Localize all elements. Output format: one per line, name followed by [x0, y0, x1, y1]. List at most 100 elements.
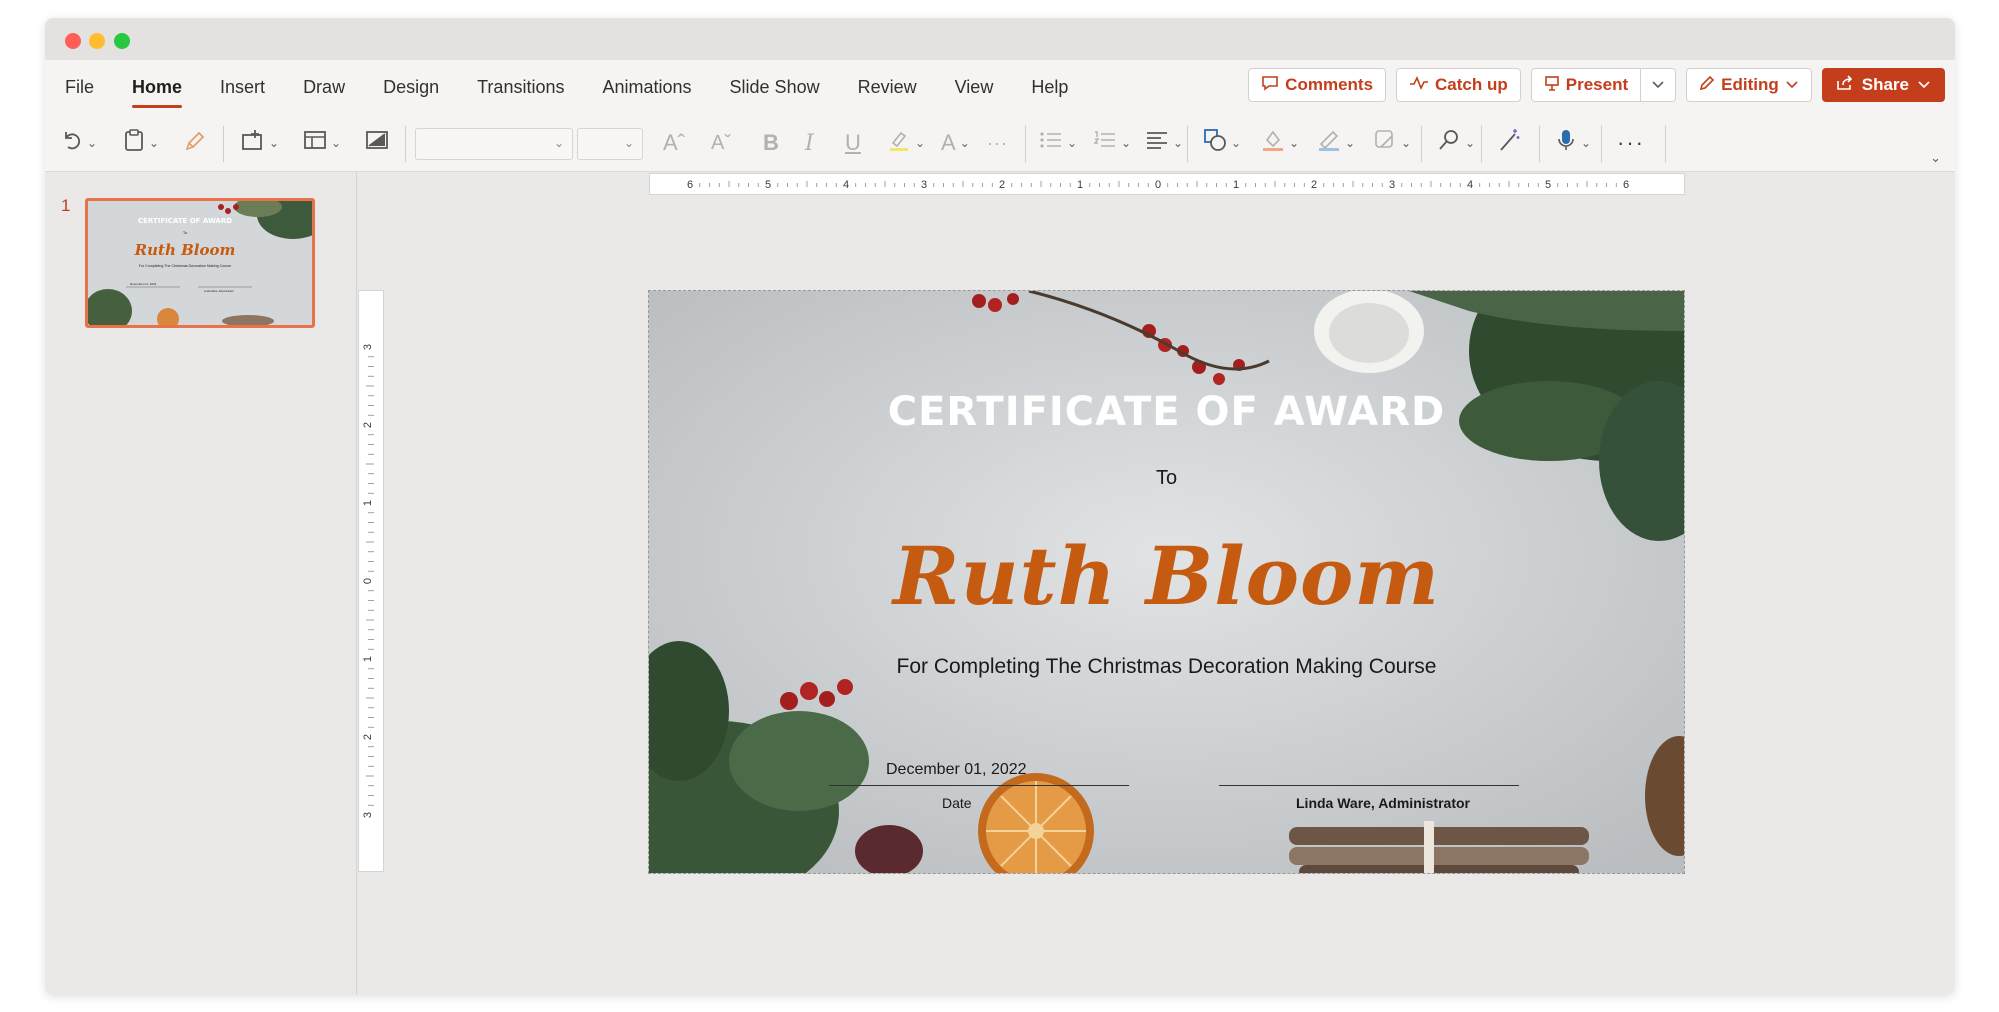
bullets-button[interactable]: ⌄	[1039, 128, 1077, 158]
font-size-dropdown[interactable]: ⌄	[577, 128, 643, 160]
chevron-down-icon: ⌄	[915, 136, 926, 150]
chevron-down-icon: ⌄	[87, 136, 98, 150]
numbering-button[interactable]: ⌄	[1093, 128, 1131, 158]
format-painter-button[interactable]	[185, 128, 207, 158]
shapes-button[interactable]: ⌄	[1203, 128, 1241, 158]
font-color-button[interactable]: A ⌄	[941, 128, 970, 158]
ruler-label: 2	[362, 422, 374, 428]
comment-icon	[1261, 75, 1279, 96]
ruler-label: 2	[999, 179, 1005, 191]
ruler-label: 3	[921, 179, 927, 191]
tab-file[interactable]: File	[65, 69, 94, 106]
shape-effects-button[interactable]: ⌄	[1373, 128, 1411, 158]
undo-button[interactable]: ⌄	[61, 128, 97, 158]
ruler-label: 1	[1077, 179, 1083, 191]
designer-button[interactable]	[1497, 128, 1521, 158]
maximize-window-button[interactable]	[114, 33, 130, 49]
ruler-label: 1	[362, 500, 374, 506]
slide-thumbnail[interactable]: CERTIFICATE OF AWARD To Ruth Bloom For C…	[85, 198, 315, 328]
underline-icon: U	[845, 130, 861, 155]
ribbon-tabs: File Home Insert Draw Design Transitions…	[65, 60, 1106, 114]
dictate-button[interactable]: ⌄	[1555, 128, 1591, 158]
certificate-date[interactable]: December 01, 2022	[886, 761, 1027, 779]
certificate-title[interactable]: CERTIFICATE OF AWARD	[649, 389, 1684, 435]
certificate-to[interactable]: To	[649, 467, 1684, 490]
menu-bar: File Home Insert Draw Design Transitions…	[45, 60, 1955, 114]
chevron-down-icon: ⌄	[1121, 136, 1132, 150]
new-slide-button[interactable]: ⌄	[241, 128, 279, 158]
highlight-icon	[887, 128, 911, 158]
align-icon	[1145, 130, 1169, 156]
tab-transitions[interactable]: Transitions	[477, 69, 564, 106]
vertical-ruler: 3 2 1 0 1 2 3	[358, 290, 384, 872]
chevron-down-icon: ⌄	[1067, 136, 1078, 150]
shape-outline-button[interactable]: ⌄	[1317, 128, 1355, 158]
pencil-icon	[1699, 75, 1715, 96]
tab-draw[interactable]: Draw	[303, 69, 345, 106]
tab-review[interactable]: Review	[858, 69, 917, 106]
ruler-label: 3	[362, 344, 374, 350]
new-slide-icon	[241, 129, 265, 157]
present-options-button[interactable]	[1641, 68, 1677, 102]
comments-button[interactable]: Comments	[1248, 68, 1387, 102]
date-label[interactable]: Date	[942, 795, 972, 811]
ruler-label: 6	[1623, 179, 1629, 191]
expand-ribbon-button[interactable]: ⌄	[1930, 150, 1941, 166]
reset-button[interactable]	[365, 128, 389, 158]
ruler-label: 0	[1155, 179, 1161, 191]
tab-design[interactable]: Design	[383, 69, 439, 106]
bullets-icon	[1039, 130, 1063, 156]
chevron-down-icon: ⌄	[331, 136, 342, 150]
signer-label[interactable]: Linda Ware, Administrator	[1296, 795, 1470, 811]
font-name-dropdown[interactable]: ⌄	[415, 128, 573, 160]
thumbnail-preview: CERTIFICATE OF AWARD To Ruth Bloom For C…	[88, 201, 312, 325]
chevron-down-icon: ⌄	[1173, 136, 1184, 150]
align-button[interactable]: ⌄	[1145, 128, 1183, 158]
shape-fill-icon	[1261, 128, 1285, 158]
editing-mode-button[interactable]: Editing	[1686, 68, 1812, 102]
shrink-font-button[interactable]: Aˇ	[711, 128, 731, 158]
chevron-down-icon: ⌄	[269, 136, 280, 150]
find-button[interactable]: ⌄	[1437, 128, 1475, 158]
slide-canvas[interactable]: CERTIFICATE OF AWARD To Ruth Bloom For C…	[648, 290, 1685, 874]
thumbnail-date: December 01, 2022	[130, 282, 157, 286]
ribbon-separator	[1187, 126, 1188, 162]
tab-animations[interactable]: Animations	[602, 69, 691, 106]
tab-view[interactable]: View	[955, 69, 994, 106]
grow-font-icon: Aˆ	[663, 130, 685, 155]
slide-number: 1	[61, 196, 71, 215]
tab-home[interactable]: Home	[132, 69, 183, 108]
tab-slide-show[interactable]: Slide Show	[730, 69, 820, 106]
close-window-button[interactable]	[65, 33, 81, 49]
more-icon: ···	[1617, 130, 1645, 155]
catch-up-button[interactable]: Catch up	[1396, 68, 1521, 102]
present-icon	[1544, 75, 1560, 96]
grow-font-button[interactable]: Aˆ	[663, 128, 685, 158]
chevron-down-icon: ⌄	[959, 136, 970, 150]
paste-button[interactable]: ⌄	[123, 128, 159, 158]
shape-fill-button[interactable]: ⌄	[1261, 128, 1299, 158]
format-painter-icon	[185, 129, 207, 157]
font-color-icon: A	[941, 130, 956, 155]
layout-button[interactable]: ⌄	[303, 128, 341, 158]
chevron-down-icon: ⌄	[1930, 150, 1941, 165]
italic-button[interactable]: I	[805, 128, 814, 158]
ribbon-separator	[1601, 126, 1602, 162]
underline-button[interactable]: U	[845, 128, 861, 158]
bold-button[interactable]: B	[763, 128, 779, 158]
recipient-name[interactable]: Ruth Bloom	[649, 529, 1684, 623]
ruler-label: 4	[1467, 179, 1473, 191]
minimize-window-button[interactable]	[89, 33, 105, 49]
highlight-button[interactable]: ⌄	[887, 128, 925, 158]
ruler-label: 3	[1389, 179, 1395, 191]
ruler-label: 3	[362, 812, 374, 818]
tab-help[interactable]: Help	[1031, 69, 1068, 106]
more-font-options-button[interactable]: ···	[987, 128, 1008, 158]
tab-insert[interactable]: Insert	[220, 69, 265, 106]
chevron-down-icon: ⌄	[1289, 136, 1300, 150]
more-options-button[interactable]: ···	[1617, 128, 1645, 158]
present-button[interactable]: Present	[1530, 68, 1642, 102]
certificate-subtitle[interactable]: For Completing The Christmas Decoration …	[649, 655, 1684, 679]
ribbon-separator	[1421, 126, 1422, 162]
share-button[interactable]: Share	[1821, 68, 1945, 102]
